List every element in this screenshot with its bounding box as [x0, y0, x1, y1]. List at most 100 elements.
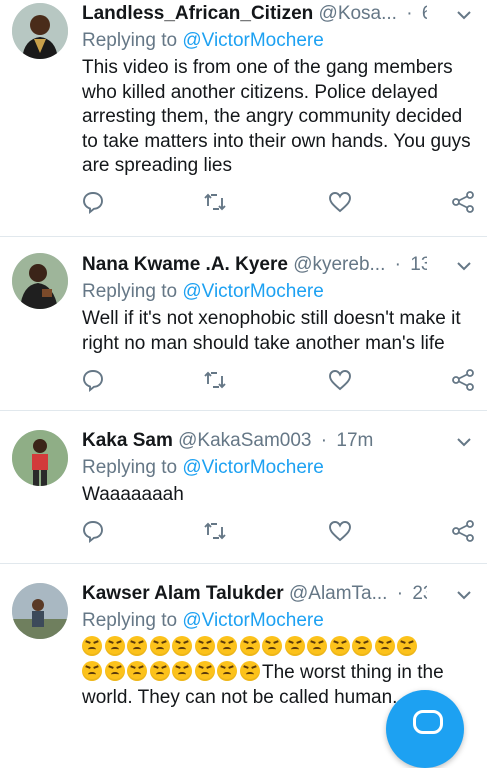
chevron-down-icon[interactable]	[457, 437, 471, 447]
reply-icon	[83, 192, 103, 214]
tweet-header: Kawser Alam Talukder @AlamTa... · 23m	[82, 582, 427, 606]
persevering-face-emoji-icon	[172, 636, 192, 656]
share-icon	[452, 191, 474, 213]
timestamp[interactable]: 17m	[336, 430, 373, 451]
avatar-image	[12, 3, 68, 59]
display-name[interactable]: Kawser Alam Talukder	[82, 583, 284, 604]
retweet-icon	[204, 522, 226, 540]
tweet-text: Waaaaaaah	[82, 484, 184, 505]
tweet-header: Landless_African_Citizen @Kosa... · 6m	[82, 2, 427, 26]
reply-mention-link[interactable]: @VictorMochere	[182, 281, 323, 302]
like-button[interactable]	[328, 190, 352, 214]
share-icon	[452, 520, 474, 542]
persevering-face-emoji-icon	[127, 661, 147, 681]
share-button[interactable]	[451, 519, 475, 543]
chevron-down-icon[interactable]	[457, 590, 471, 600]
share-button[interactable]	[451, 190, 475, 214]
persevering-face-emoji-icon	[194, 636, 215, 656]
tweet-text-part: The worst thing in the	[262, 662, 444, 683]
separator-dot: ·	[406, 3, 413, 24]
persevering-face-emoji-icon	[307, 636, 327, 656]
persevering-face-emoji-icon	[239, 636, 260, 656]
user-handle[interactable]: @AlamTa...	[289, 583, 387, 604]
retweet-icon	[204, 193, 226, 211]
separator-dot: ·	[396, 583, 404, 604]
persevering-face-emoji-icon	[149, 661, 170, 681]
reply-icon	[83, 370, 103, 392]
share-icon	[452, 369, 474, 391]
timestamp[interactable]: 13m	[410, 254, 427, 275]
persevering-face-emoji-icon	[172, 661, 192, 681]
replying-to: Replying to @VictorMochere	[82, 280, 324, 304]
reply-button[interactable]	[81, 190, 105, 214]
user-handle[interactable]: @Kosa...	[319, 3, 397, 24]
persevering-face-emoji-icon	[104, 661, 125, 681]
retweet-button[interactable]	[203, 368, 227, 392]
chevron-down-icon[interactable]	[457, 261, 471, 271]
persevering-face-emoji-icon	[194, 661, 215, 681]
timestamp[interactable]: 23m	[412, 583, 427, 604]
tweet-3[interactable]: Kaka Sam @KakaSam003 · 17m Replying to @…	[0, 411, 487, 563]
persevering-face-emoji-icon	[217, 661, 237, 681]
compose-tweet-button[interactable]	[386, 690, 464, 768]
persevering-face-emoji-icon	[329, 636, 350, 656]
like-icon	[329, 370, 351, 391]
like-button[interactable]	[328, 368, 352, 392]
user-handle[interactable]: @KakaSam003	[178, 430, 311, 451]
emoji-row	[82, 661, 262, 683]
retweet-icon	[204, 371, 226, 389]
retweet-button[interactable]	[203, 519, 227, 543]
chevron-down-icon[interactable]	[457, 10, 471, 20]
persevering-face-emoji-icon	[82, 636, 102, 656]
like-button[interactable]	[328, 519, 352, 543]
like-icon	[329, 521, 351, 542]
reply-button[interactable]	[81, 519, 105, 543]
tweet-header: Kaka Sam @KakaSam003 · 17m	[82, 429, 427, 453]
display-name[interactable]: Kaka Sam	[82, 430, 173, 451]
persevering-face-emoji-icon	[82, 661, 102, 681]
avatar[interactable]	[12, 430, 68, 486]
persevering-face-emoji-icon	[284, 636, 305, 656]
reply-prefix: Replying to	[82, 610, 178, 631]
persevering-face-emoji-icon	[149, 636, 170, 656]
reply-prefix: Replying to	[82, 457, 178, 478]
compose-fab-icon	[413, 710, 443, 734]
reply-prefix: Replying to	[82, 30, 178, 51]
avatar-image	[12, 430, 68, 486]
persevering-face-emoji-icon	[397, 636, 417, 656]
separator-dot: ·	[394, 254, 401, 275]
persevering-face-emoji-icon	[262, 636, 282, 656]
tweet-2[interactable]: Nana Kwame .A. Kyere @kyereb... · 13m Re…	[0, 237, 487, 410]
emoji-text-line: The worst thing in the	[82, 661, 477, 686]
reply-button[interactable]	[81, 368, 105, 392]
persevering-face-emoji-icon	[104, 636, 125, 656]
tweet-header: Nana Kwame .A. Kyere @kyereb... · 13m	[82, 253, 427, 277]
avatar-image	[12, 253, 68, 309]
replying-to: Replying to @VictorMochere	[82, 29, 324, 53]
user-handle[interactable]: @kyereb...	[293, 254, 385, 275]
reply-mention-link[interactable]: @VictorMochere	[182, 30, 323, 51]
persevering-face-emoji-icon	[217, 636, 237, 656]
replying-to: Replying to @VictorMochere	[82, 456, 324, 480]
reply-mention-link[interactable]: @VictorMochere	[182, 457, 323, 478]
retweet-button[interactable]	[203, 190, 227, 214]
persevering-face-emoji-icon	[352, 636, 372, 656]
persevering-face-emoji-icon	[127, 636, 147, 656]
timestamp[interactable]: 6m	[422, 3, 427, 24]
tweet-1[interactable]: Landless_African_Citizen @Kosa... · 6m R…	[0, 0, 487, 237]
reply-prefix: Replying to	[82, 281, 178, 302]
avatar[interactable]	[12, 253, 68, 309]
avatar-image	[12, 583, 68, 639]
tweet-text: This video is from one of the gang membe…	[82, 57, 471, 176]
persevering-face-emoji-icon	[374, 636, 395, 656]
tweet-text: Well if it's not xenophobic still doesn'…	[82, 308, 461, 354]
display-name[interactable]: Nana Kwame .A. Kyere	[82, 254, 288, 275]
reply-mention-link[interactable]: @VictorMochere	[182, 610, 323, 631]
like-icon	[329, 192, 351, 213]
display-name[interactable]: Landless_African_Citizen	[82, 3, 313, 24]
avatar[interactable]	[12, 583, 68, 639]
avatar[interactable]	[12, 3, 68, 59]
share-button[interactable]	[451, 368, 475, 392]
separator-dot: ·	[320, 430, 328, 451]
replying-to: Replying to @VictorMochere	[82, 609, 324, 633]
